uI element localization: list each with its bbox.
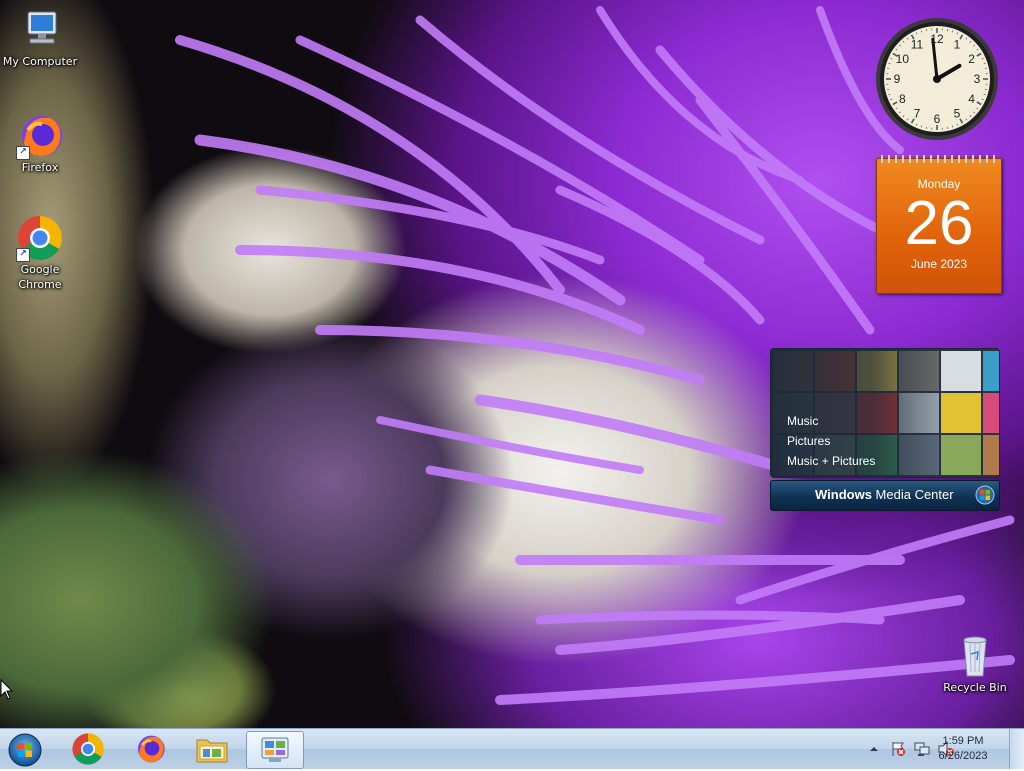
media-center-music-link[interactable]: Music	[787, 411, 875, 431]
start-button[interactable]	[6, 731, 44, 767]
taskbar-firefox-button[interactable]	[122, 731, 178, 767]
taskbar-date: 6/26/2023	[928, 749, 998, 764]
google-chrome-desktop-shortcut[interactable]: ↗ Google Chrome	[0, 214, 80, 292]
media-center-music-pictures-link[interactable]: Music + Pictures	[787, 451, 875, 471]
clock-number: 9	[894, 72, 901, 86]
media-center-gadget[interactable]: Music Pictures Music + Pictures Windows …	[770, 348, 1000, 513]
folder-icon	[195, 734, 229, 764]
clock-number: 2	[968, 52, 975, 66]
recycle-bin-icon	[951, 632, 999, 680]
shortcut-arrow-icon: ↗	[16, 146, 30, 160]
chrome-icon	[71, 732, 105, 766]
shortcut-arrow-icon: ↗	[16, 248, 30, 262]
computer-icon	[16, 6, 64, 54]
clock-number: 1	[954, 37, 961, 51]
calendar-binding-rings	[881, 155, 997, 163]
clock-number: 10	[896, 52, 910, 66]
recycle-bin-desktop-icon[interactable]: Recycle Bin	[935, 632, 1015, 695]
clock-gadget[interactable]: 121234567891011	[874, 16, 1000, 142]
media-center-title: Windows Media Center	[815, 487, 954, 502]
action-center-icon[interactable]	[890, 741, 906, 757]
show-hidden-icons-arrow[interactable]	[866, 741, 882, 757]
firefox-icon: ↗	[16, 112, 64, 160]
calendar-month-year: June 2023	[877, 257, 1001, 271]
firefox-icon	[134, 733, 166, 765]
system-tray: 1:59 PM 6/26/2023	[824, 729, 1024, 769]
clock-number: 11	[911, 37, 924, 51]
taskbar-control-panel-button[interactable]	[246, 731, 304, 769]
recycle-bin-label: Recycle Bin	[935, 680, 1015, 695]
firefox-label: Firefox	[0, 160, 80, 175]
mouse-cursor-icon	[0, 679, 14, 701]
analog-clock-face: 121234567891011	[874, 16, 1000, 142]
media-center-title-bold: Windows	[815, 487, 872, 502]
clock-number: 4	[968, 92, 975, 106]
clock-number: 5	[954, 107, 961, 121]
google-chrome-label: Google Chrome	[0, 262, 80, 292]
media-center-thumbnail-panel[interactable]: Music Pictures Music + Pictures	[770, 348, 1000, 478]
taskbar-file-explorer-button[interactable]	[184, 731, 240, 767]
start-orb-icon	[6, 731, 44, 767]
desktop[interactable]: My Computer ↗ Firefox ↗ Goog	[0, 0, 1024, 728]
media-center-launch-bar[interactable]: Windows Media Center	[770, 480, 1000, 511]
windows-logo-icon	[975, 485, 995, 505]
taskbar-chrome-button[interactable]	[60, 731, 116, 767]
media-center-pictures-link[interactable]: Pictures	[787, 431, 875, 451]
firefox-desktop-shortcut[interactable]: ↗ Firefox	[0, 112, 80, 175]
show-desktop-button[interactable]	[1009, 729, 1024, 769]
clock-number: 6	[934, 112, 941, 126]
media-center-title-rest: Media Center	[872, 487, 954, 502]
my-computer-label: My Computer	[0, 54, 80, 69]
clock-number: 7	[914, 107, 921, 121]
control-panel-icon	[259, 735, 291, 765]
clock-number: 8	[899, 92, 906, 106]
taskbar-clock[interactable]: 1:59 PM 6/26/2023	[928, 734, 998, 764]
media-center-menu: Music Pictures Music + Pictures	[787, 411, 875, 471]
taskbar[interactable]: 1:59 PM 6/26/2023	[0, 728, 1024, 769]
my-computer-icon-shortcut[interactable]: My Computer	[0, 6, 80, 69]
calendar-gadget[interactable]: Monday 26 June 2023	[876, 158, 1002, 294]
clock-number: 3	[974, 72, 981, 86]
calendar-day-number: 26	[877, 191, 1001, 257]
taskbar-time: 1:59 PM	[928, 734, 998, 749]
chrome-icon: ↗	[16, 214, 64, 262]
